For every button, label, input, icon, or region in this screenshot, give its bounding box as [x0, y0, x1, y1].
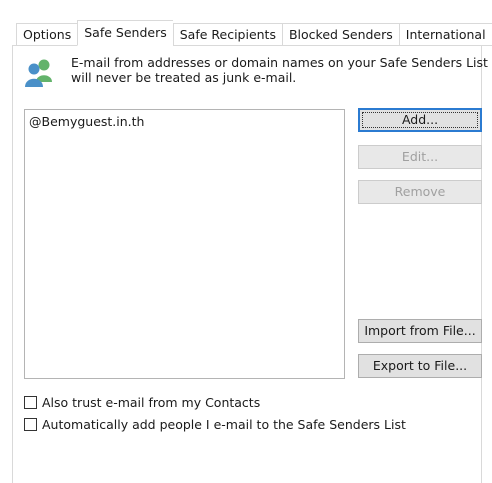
auto-add-checkbox[interactable]	[24, 417, 37, 431]
info-line-2: will never be treated as junk e-mail.	[71, 70, 297, 85]
remove-button[interactable]: Remove	[358, 180, 482, 204]
info-line-1: E-mail from addresses or domain names on…	[71, 55, 488, 70]
tab-safe-recipients[interactable]: Safe Recipients	[172, 23, 282, 46]
tab-safe-senders[interactable]: Safe Senders	[77, 20, 173, 46]
export-to-file-button[interactable]: Export to File...	[358, 354, 482, 378]
safe-senders-list[interactable]: @Bemyguest.in.th	[24, 109, 345, 379]
edit-button[interactable]: Edit...	[358, 145, 482, 169]
tab-blocked-senders[interactable]: Blocked Senders	[281, 23, 399, 46]
trust-contacts-row[interactable]: Also trust e-mail from my Contacts	[24, 394, 260, 410]
trust-contacts-checkbox[interactable]	[24, 395, 37, 409]
people-icon	[24, 58, 56, 88]
trust-contacts-label[interactable]: Also trust e-mail from my Contacts	[42, 395, 260, 410]
info-description: E-mail from addresses or domain names on…	[71, 55, 488, 85]
import-from-file-button[interactable]: Import from File...	[358, 319, 482, 343]
tab-options[interactable]: Options	[16, 23, 78, 46]
add-button[interactable]: Add...	[358, 108, 482, 132]
tab-international[interactable]: International	[398, 23, 492, 46]
auto-add-label[interactable]: Automatically add people I e-mail to the…	[42, 417, 406, 432]
list-item[interactable]: @Bemyguest.in.th	[29, 113, 340, 130]
auto-add-row[interactable]: Automatically add people I e-mail to the…	[24, 416, 406, 432]
tab-strip: Options Safe Senders Safe Recipients Blo…	[16, 20, 492, 46]
